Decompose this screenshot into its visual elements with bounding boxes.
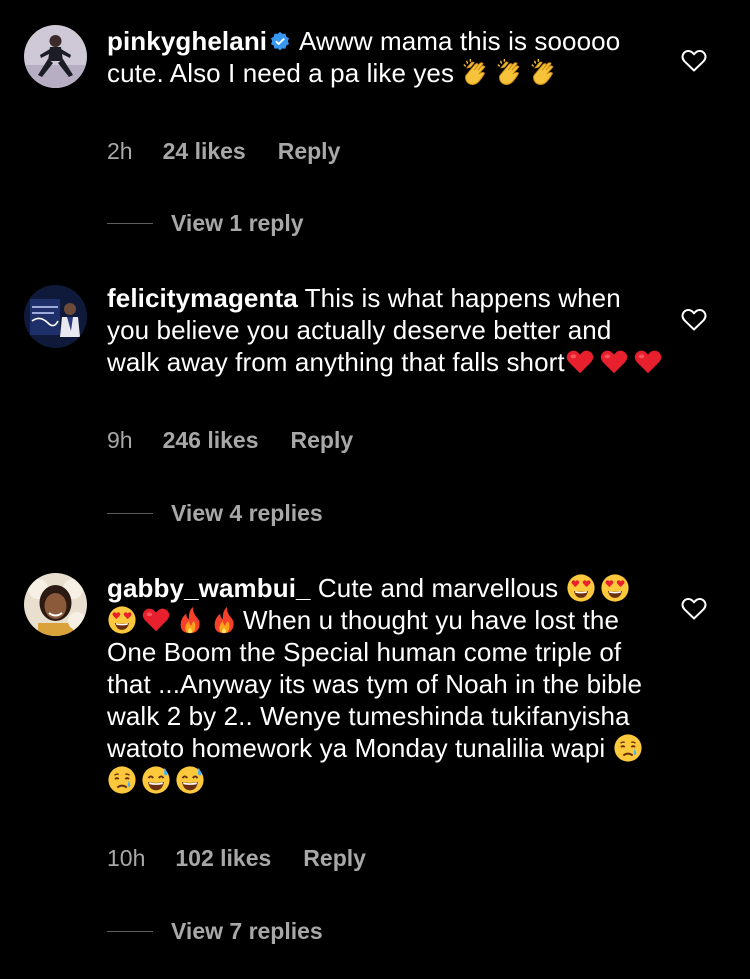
red-heart-icon: [599, 347, 629, 377]
view-replies-label: View 4 replies: [171, 500, 323, 526]
view-replies-button[interactable]: View 1 reply: [107, 210, 304, 237]
username[interactable]: felicitymagenta: [107, 283, 298, 313]
like-heart-icon[interactable]: [681, 308, 707, 332]
comment-body: pinkyghelani Awww mama this is sooooo cu…: [107, 25, 667, 89]
comment-meta: 10h 102 likes Reply: [107, 845, 366, 872]
fire-icon: [209, 605, 239, 635]
avatar[interactable]: [24, 573, 87, 636]
like-heart-icon[interactable]: [681, 597, 707, 621]
comment-time: 10h: [107, 845, 146, 871]
red-heart-icon: [633, 347, 663, 377]
avatar[interactable]: [24, 25, 87, 88]
avatar-image-icon: [24, 25, 87, 88]
comment-text: Cute and marvellous: [317, 573, 566, 603]
sweat-smile-icon: [141, 765, 171, 795]
red-heart-icon: [565, 347, 595, 377]
likes-count[interactable]: 102 likes: [175, 845, 271, 871]
comment-time: 9h: [107, 427, 133, 453]
clapping-hands-icon: [529, 58, 559, 88]
reply-button[interactable]: Reply: [291, 427, 354, 453]
likes-count[interactable]: 24 likes: [163, 138, 246, 164]
divider: [107, 931, 153, 932]
comment-meta: 2h 24 likes Reply: [107, 138, 340, 165]
comment-body: gabby_wambui_ Cute and marvellous When u…: [107, 572, 667, 796]
clapping-hands-icon: [461, 58, 491, 88]
avatar[interactable]: [24, 285, 87, 348]
comment-meta: 9h 246 likes Reply: [107, 427, 353, 454]
avatar-image-icon: [24, 573, 87, 636]
view-replies-button[interactable]: View 4 replies: [107, 500, 323, 527]
fire-icon: [175, 605, 205, 635]
like-heart-icon[interactable]: [681, 49, 707, 73]
reply-button[interactable]: Reply: [303, 845, 366, 871]
heart-eyes-icon: [107, 605, 137, 635]
crying-face-icon: [613, 733, 643, 763]
heart-eyes-icon: [566, 573, 596, 603]
comment-body: felicitymagenta This is what happens whe…: [107, 282, 667, 378]
comment-time: 2h: [107, 138, 133, 164]
view-replies-label: View 7 replies: [171, 918, 323, 944]
red-heart-icon: [141, 605, 171, 635]
avatar-image-icon: [24, 285, 87, 348]
view-replies-label: View 1 reply: [171, 210, 304, 236]
divider: [107, 223, 153, 224]
verified-badge-icon: [271, 31, 290, 51]
heart-eyes-icon: [600, 573, 630, 603]
username[interactable]: gabby_wambui_: [107, 573, 311, 603]
likes-count[interactable]: 246 likes: [163, 427, 259, 453]
reply-button[interactable]: Reply: [278, 138, 341, 164]
clapping-hands-icon: [495, 58, 525, 88]
sweat-smile-icon: [175, 765, 205, 795]
view-replies-button[interactable]: View 7 replies: [107, 918, 323, 945]
crying-face-icon: [107, 765, 137, 795]
divider: [107, 513, 153, 514]
username[interactable]: pinkyghelani: [107, 26, 267, 56]
